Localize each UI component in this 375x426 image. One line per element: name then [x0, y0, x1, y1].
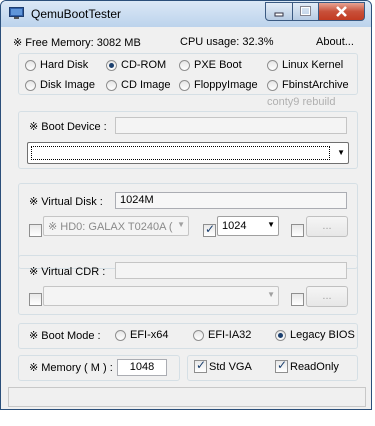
radio-legacy-bios-label[interactable]: Legacy BIOS	[290, 329, 355, 341]
radio-hard-disk[interactable]	[25, 60, 36, 71]
maximize-icon	[300, 6, 311, 16]
close-button[interactable]	[318, 2, 365, 21]
disk-browse-checkbox[interactable]	[291, 224, 304, 237]
radio-cd-image[interactable]	[106, 80, 117, 91]
radio-efi-x64-label[interactable]: EFI-x64	[130, 329, 169, 341]
readonly-label[interactable]: ReadOnly	[290, 361, 339, 373]
readonly-checkbox[interactable]	[275, 358, 288, 373]
app-window: QemuBootTester ※ Free Memory: 3082 MB CP…	[0, 0, 372, 410]
boot-device-label: ※ Boot Device :	[29, 121, 107, 133]
window-title: QemuBootTester	[31, 7, 122, 21]
virtual-disk-select-value: ※ HD0: GALAX T0240A (	[48, 221, 173, 233]
cdr-browse-checkbox[interactable]	[291, 293, 304, 306]
free-memory-label: ※ Free Memory: 3082 MB	[13, 37, 141, 49]
virtual-disk-size-field[interactable]: 1024M	[115, 192, 347, 209]
watermark-text: conty9 rebuild	[267, 96, 336, 108]
radio-linux-kernel[interactable]	[267, 60, 278, 71]
client-area: ※ Free Memory: 3082 MB CPU usage: 32.3% …	[7, 27, 367, 407]
virtual-cdr-checkbox[interactable]	[29, 293, 42, 306]
close-icon	[336, 6, 347, 17]
radio-cd-rom[interactable]	[106, 60, 117, 71]
radio-disk-image[interactable]	[25, 80, 36, 91]
title-bar[interactable]: QemuBootTester	[1, 1, 371, 27]
chevron-down-icon: ▼	[177, 220, 185, 229]
boot-device-dropdown[interactable]: ▼	[27, 142, 349, 164]
radio-cd-image-label[interactable]: CD Image	[121, 79, 171, 91]
radio-efi-ia32[interactable]	[193, 330, 204, 341]
radio-floppy-image[interactable]	[179, 80, 190, 91]
virtual-disk-select[interactable]: ※ HD0: GALAX T0240A ( ▼	[43, 216, 189, 236]
memory-label: ※ Memory ( M ) :	[29, 362, 113, 374]
virtual-cdr-label: ※ Virtual CDR :	[29, 266, 106, 278]
cpu-usage-label: CPU usage: 32.3%	[180, 36, 274, 48]
radio-floppy-image-label[interactable]: FloppyImage	[194, 79, 258, 91]
std-vga-checkbox[interactable]	[194, 358, 207, 373]
memory-field[interactable]: 1048	[117, 359, 167, 376]
minimize-button[interactable]	[265, 2, 293, 21]
virtual-cdr-select[interactable]: ▼	[43, 286, 279, 306]
chevron-down-icon: ▼	[267, 220, 275, 229]
radio-legacy-bios[interactable]	[275, 330, 286, 341]
radio-fbinst-archive[interactable]	[267, 80, 278, 91]
radio-cd-rom-label[interactable]: CD-ROM	[121, 59, 166, 71]
radio-pxe-boot[interactable]	[179, 60, 190, 71]
virtual-disk-label: ※ Virtual Disk :	[29, 196, 103, 208]
about-link[interactable]: About...	[316, 36, 354, 48]
disk-browse-button[interactable]: ...	[306, 216, 348, 237]
radio-disk-image-label[interactable]: Disk Image	[40, 79, 95, 91]
cache-checkbox[interactable]	[203, 222, 216, 237]
radio-fbinst-archive-label[interactable]: FbinstArchive	[282, 79, 349, 91]
radio-pxe-boot-label[interactable]: PXE Boot	[194, 59, 242, 71]
cache-size-value: 1024	[222, 220, 247, 232]
maximize-button[interactable]	[292, 2, 319, 21]
radio-efi-x64[interactable]	[115, 330, 126, 341]
boot-device-field[interactable]	[115, 117, 347, 134]
chevron-down-icon[interactable]: ▼	[337, 148, 345, 157]
monitor-icon	[9, 7, 24, 19]
minimize-icon	[274, 12, 284, 17]
virtual-cdr-field[interactable]	[115, 262, 347, 279]
std-vga-label[interactable]: Std VGA	[209, 361, 252, 373]
focus-rect	[31, 146, 330, 160]
radio-hard-disk-label[interactable]: Hard Disk	[40, 59, 88, 71]
boot-mode-label: ※ Boot Mode :	[29, 330, 101, 342]
radio-linux-kernel-label[interactable]: Linux Kernel	[282, 59, 343, 71]
status-bar	[8, 387, 366, 407]
virtual-disk-checkbox[interactable]	[29, 224, 42, 237]
cache-size-select[interactable]: 1024 ▼	[217, 216, 279, 236]
chevron-down-icon: ▼	[267, 290, 275, 299]
radio-efi-ia32-label[interactable]: EFI-IA32	[208, 329, 251, 341]
cdr-browse-button[interactable]: ...	[306, 286, 348, 307]
